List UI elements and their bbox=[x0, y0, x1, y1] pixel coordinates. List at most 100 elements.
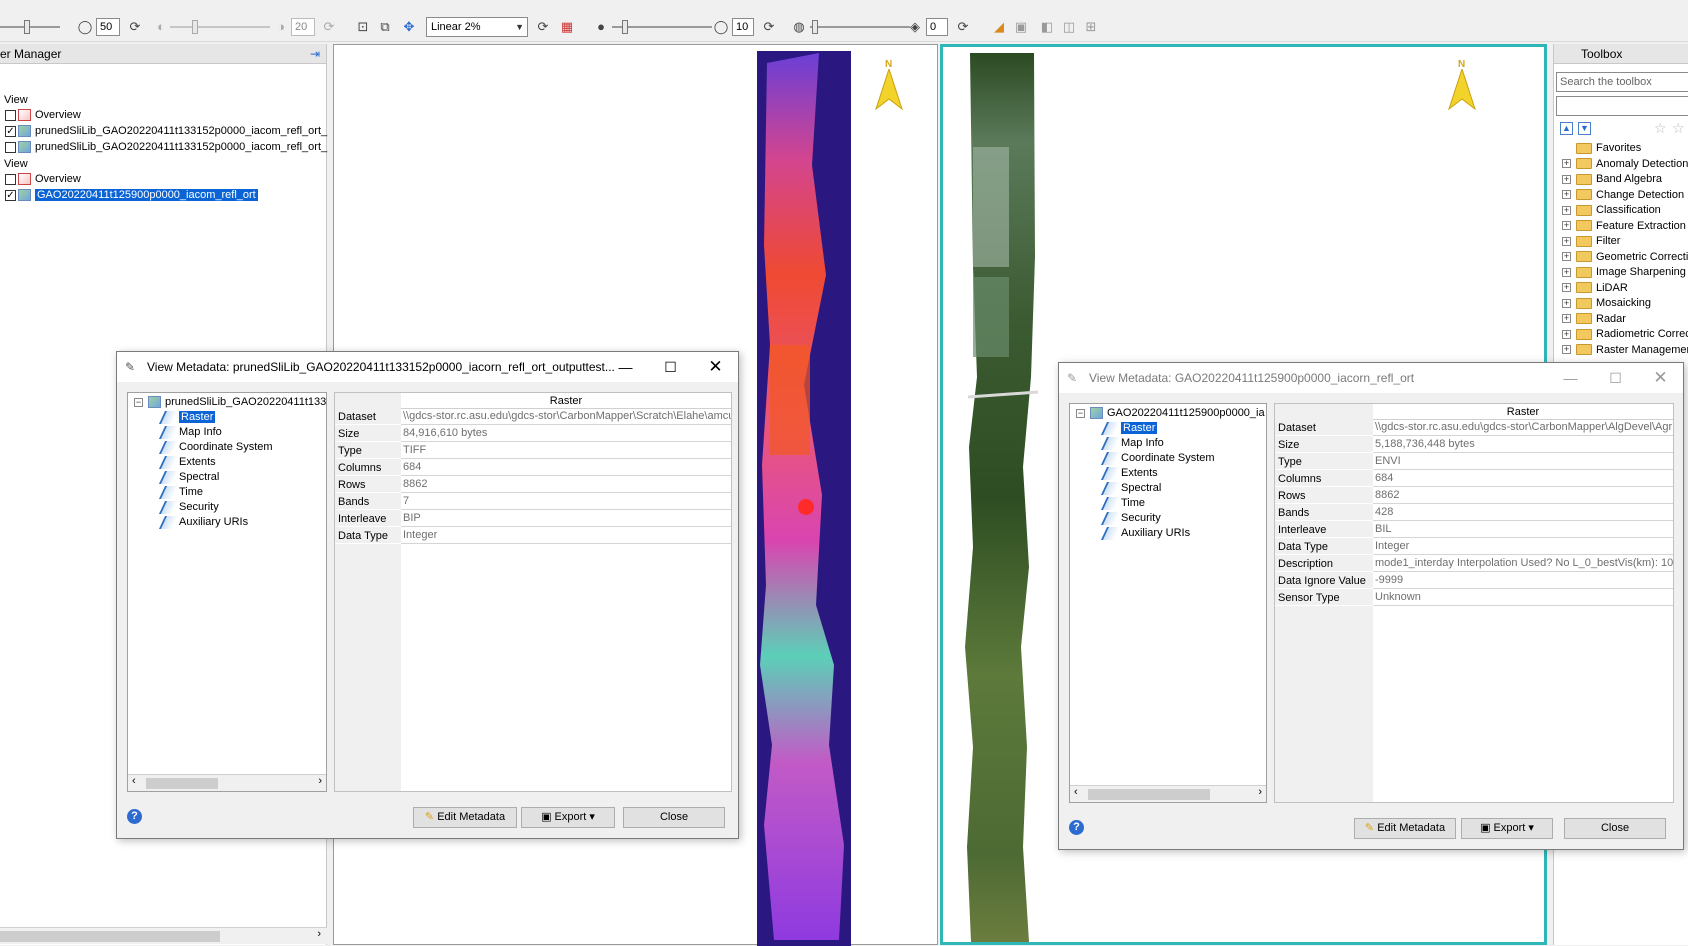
close-icon[interactable]: ✕ bbox=[1638, 363, 1683, 393]
view-flicker-icon[interactable]: ◧ bbox=[1038, 18, 1056, 36]
tree-item[interactable]: Raster bbox=[1100, 421, 1158, 436]
toolbox-folder[interactable]: + Radar bbox=[1562, 311, 1626, 327]
close-button[interactable]: Close bbox=[623, 807, 725, 828]
star-icon[interactable]: ☆ bbox=[1654, 120, 1667, 137]
grid-value[interactable]: mode1_interday Interpolation Used? No L_… bbox=[1373, 556, 1673, 572]
tree-item[interactable]: Security bbox=[158, 500, 219, 515]
collapse-all-icon[interactable]: ▲ bbox=[1560, 122, 1573, 135]
expand-icon[interactable]: + bbox=[1562, 267, 1571, 277]
grid-value[interactable]: TIFF bbox=[401, 443, 731, 459]
tree-item[interactable]: Extents bbox=[158, 455, 216, 470]
tree-item[interactable]: Spectral bbox=[158, 470, 219, 485]
pan-icon[interactable]: ✥ bbox=[400, 18, 418, 36]
help-icon[interactable]: ? bbox=[1069, 820, 1084, 835]
grid-value[interactable]: 428 bbox=[1373, 505, 1673, 521]
minimize-button[interactable]: — bbox=[1548, 363, 1593, 393]
layer-item-selected[interactable]: ✓ GAO20220411t125900p0000_iacom_refl_ort bbox=[5, 188, 258, 203]
brightness-value-input[interactable]: 50 bbox=[96, 18, 120, 36]
toolbox-folder[interactable]: + Change Detection bbox=[1562, 187, 1684, 203]
reset-icon-3[interactable]: ⟳ bbox=[760, 18, 778, 36]
toolbox-folder[interactable]: + Filter bbox=[1562, 233, 1620, 249]
expand-icon[interactable]: + bbox=[1562, 221, 1571, 231]
scrollbar-thumb[interactable] bbox=[0, 931, 220, 942]
scrollbar-thumb[interactable] bbox=[146, 778, 218, 789]
sharpen-value-input[interactable]: 20 bbox=[291, 18, 315, 36]
toolbox-folder[interactable]: + Mosaicking bbox=[1562, 295, 1651, 311]
zoom-extent-icon[interactable]: ⊡ bbox=[354, 18, 372, 36]
layer-item[interactable]: ✓ prunedSliLib_GAO20220411t133152p0000_ia… bbox=[5, 124, 327, 139]
expand-icon[interactable]: + bbox=[1562, 298, 1571, 308]
layer-item[interactable]: prunedSliLib_GAO20220411t133152p0000_iac… bbox=[5, 140, 327, 155]
grid-value[interactable]: Integer bbox=[401, 528, 731, 544]
scroll-left-icon[interactable]: ‹ bbox=[132, 775, 136, 787]
reset-icon[interactable]: ⟳ bbox=[126, 18, 144, 36]
layer-checkbox[interactable]: ✓ bbox=[5, 189, 16, 201]
maximize-button[interactable]: ☐ bbox=[648, 352, 693, 382]
toolbox-folder[interactable]: + Band Algebra bbox=[1562, 171, 1662, 187]
layer-checkbox[interactable]: ✓ bbox=[5, 125, 16, 137]
zoom-layer-icon[interactable]: ⧉ bbox=[376, 18, 394, 36]
export-button[interactable]: ▣ Export ▾ bbox=[521, 807, 615, 828]
reset-icon-4[interactable]: ⟳ bbox=[954, 18, 972, 36]
toolbox-search-input[interactable]: Search the toolbox bbox=[1556, 72, 1688, 92]
expand-icon[interactable]: + bbox=[1562, 314, 1571, 324]
grid-value[interactable]: \\gdcs-stor.rc.asu.edu\gdcs-stor\CarbonM… bbox=[401, 409, 731, 425]
histogram-icon[interactable]: ▦ bbox=[558, 18, 576, 36]
tree-root[interactable]: − prunedSliLib_GAO20220411t1331 bbox=[134, 395, 326, 410]
tree-item[interactable]: Extents bbox=[1100, 466, 1158, 481]
tree-item[interactable]: Security bbox=[1100, 511, 1161, 526]
layer-checkbox[interactable] bbox=[5, 141, 16, 153]
reset-icon-2[interactable]: ⟳ bbox=[320, 18, 338, 36]
help-icon[interactable]: ? bbox=[127, 809, 142, 824]
toolbox-folder[interactable]: + Radiometric Correct bbox=[1562, 326, 1688, 342]
tree-item[interactable]: Raster bbox=[158, 410, 216, 425]
collapse-icon[interactable]: − bbox=[1076, 408, 1085, 418]
smooth-value-input[interactable]: 10 bbox=[732, 18, 754, 36]
star-remove-icon[interactable]: ☆ bbox=[1672, 120, 1685, 137]
tree-item[interactable]: Time bbox=[158, 485, 203, 500]
smooth-slider-thumb[interactable] bbox=[622, 20, 628, 34]
grid-value[interactable]: \\gdcs-stor.rc.asu.edu\gdcs-stor\CarbonM… bbox=[1373, 420, 1673, 436]
export-button[interactable]: ▣ Export ▾ bbox=[1461, 818, 1553, 839]
expand-all-icon[interactable]: ▼ bbox=[1578, 122, 1591, 135]
scroll-left-icon[interactable]: ‹ bbox=[1074, 786, 1078, 798]
scroll-right-icon[interactable]: › bbox=[1258, 786, 1262, 798]
expand-icon[interactable]: + bbox=[1562, 236, 1571, 246]
grid-value[interactable]: BIP bbox=[401, 511, 731, 527]
tree-item[interactable]: Time bbox=[1100, 496, 1145, 511]
stretch-select[interactable]: Linear 2% ▼ bbox=[426, 17, 528, 37]
view-swipe-icon[interactable]: ◫ bbox=[1060, 18, 1078, 36]
pin-icon[interactable]: ⇥ bbox=[310, 44, 320, 64]
tree-root[interactable]: − GAO20220411t125900p0000_ia bbox=[1076, 406, 1265, 421]
tree-item[interactable]: Coordinate System bbox=[158, 440, 273, 455]
view-blend-icon[interactable]: ▣ bbox=[1012, 18, 1030, 36]
toolbox-folder[interactable]: + Classification bbox=[1562, 202, 1661, 218]
grid-value[interactable]: 684 bbox=[401, 460, 731, 476]
layer-manager-scrollbar[interactable]: › bbox=[0, 927, 327, 944]
expand-icon[interactable]: + bbox=[1562, 329, 1571, 339]
tree-item[interactable]: Spectral bbox=[1100, 481, 1161, 496]
brightness-slider-track[interactable] bbox=[0, 26, 60, 28]
expand-icon[interactable]: + bbox=[1562, 283, 1571, 293]
scrollbar-thumb[interactable] bbox=[1088, 789, 1210, 800]
expand-icon[interactable]: + bbox=[1562, 190, 1571, 200]
close-button[interactable]: Close bbox=[1564, 818, 1666, 839]
grid-value[interactable]: 8862 bbox=[401, 477, 731, 493]
toolbox-folder[interactable]: + Anomaly Detection bbox=[1562, 156, 1688, 172]
minimize-button[interactable]: — bbox=[603, 352, 648, 382]
transparency-slider-thumb[interactable] bbox=[812, 20, 818, 34]
grid-value[interactable]: Unknown bbox=[1373, 590, 1673, 606]
tree-item[interactable]: Auxiliary URIs bbox=[158, 515, 248, 530]
expand-icon[interactable]: + bbox=[1562, 345, 1571, 355]
dialog-title-bar[interactable]: ✎ View Metadata: prunedSliLib_GAO2022041… bbox=[117, 352, 738, 382]
expand-icon[interactable]: + bbox=[1562, 159, 1571, 169]
expand-icon[interactable]: + bbox=[1562, 174, 1571, 184]
edit-metadata-button[interactable]: ✎ Edit Metadata bbox=[413, 807, 517, 828]
transparency-value-input[interactable]: 0 bbox=[926, 18, 948, 36]
view-layout-icon[interactable]: ⊞ bbox=[1082, 18, 1100, 36]
close-icon[interactable]: ✕ bbox=[693, 352, 738, 382]
grid-value[interactable]: 7 bbox=[401, 494, 731, 510]
brightness-slider-thumb[interactable] bbox=[24, 20, 30, 34]
contrast-slider-thumb[interactable] bbox=[192, 20, 198, 34]
overview-item-1[interactable]: Overview bbox=[5, 108, 81, 123]
